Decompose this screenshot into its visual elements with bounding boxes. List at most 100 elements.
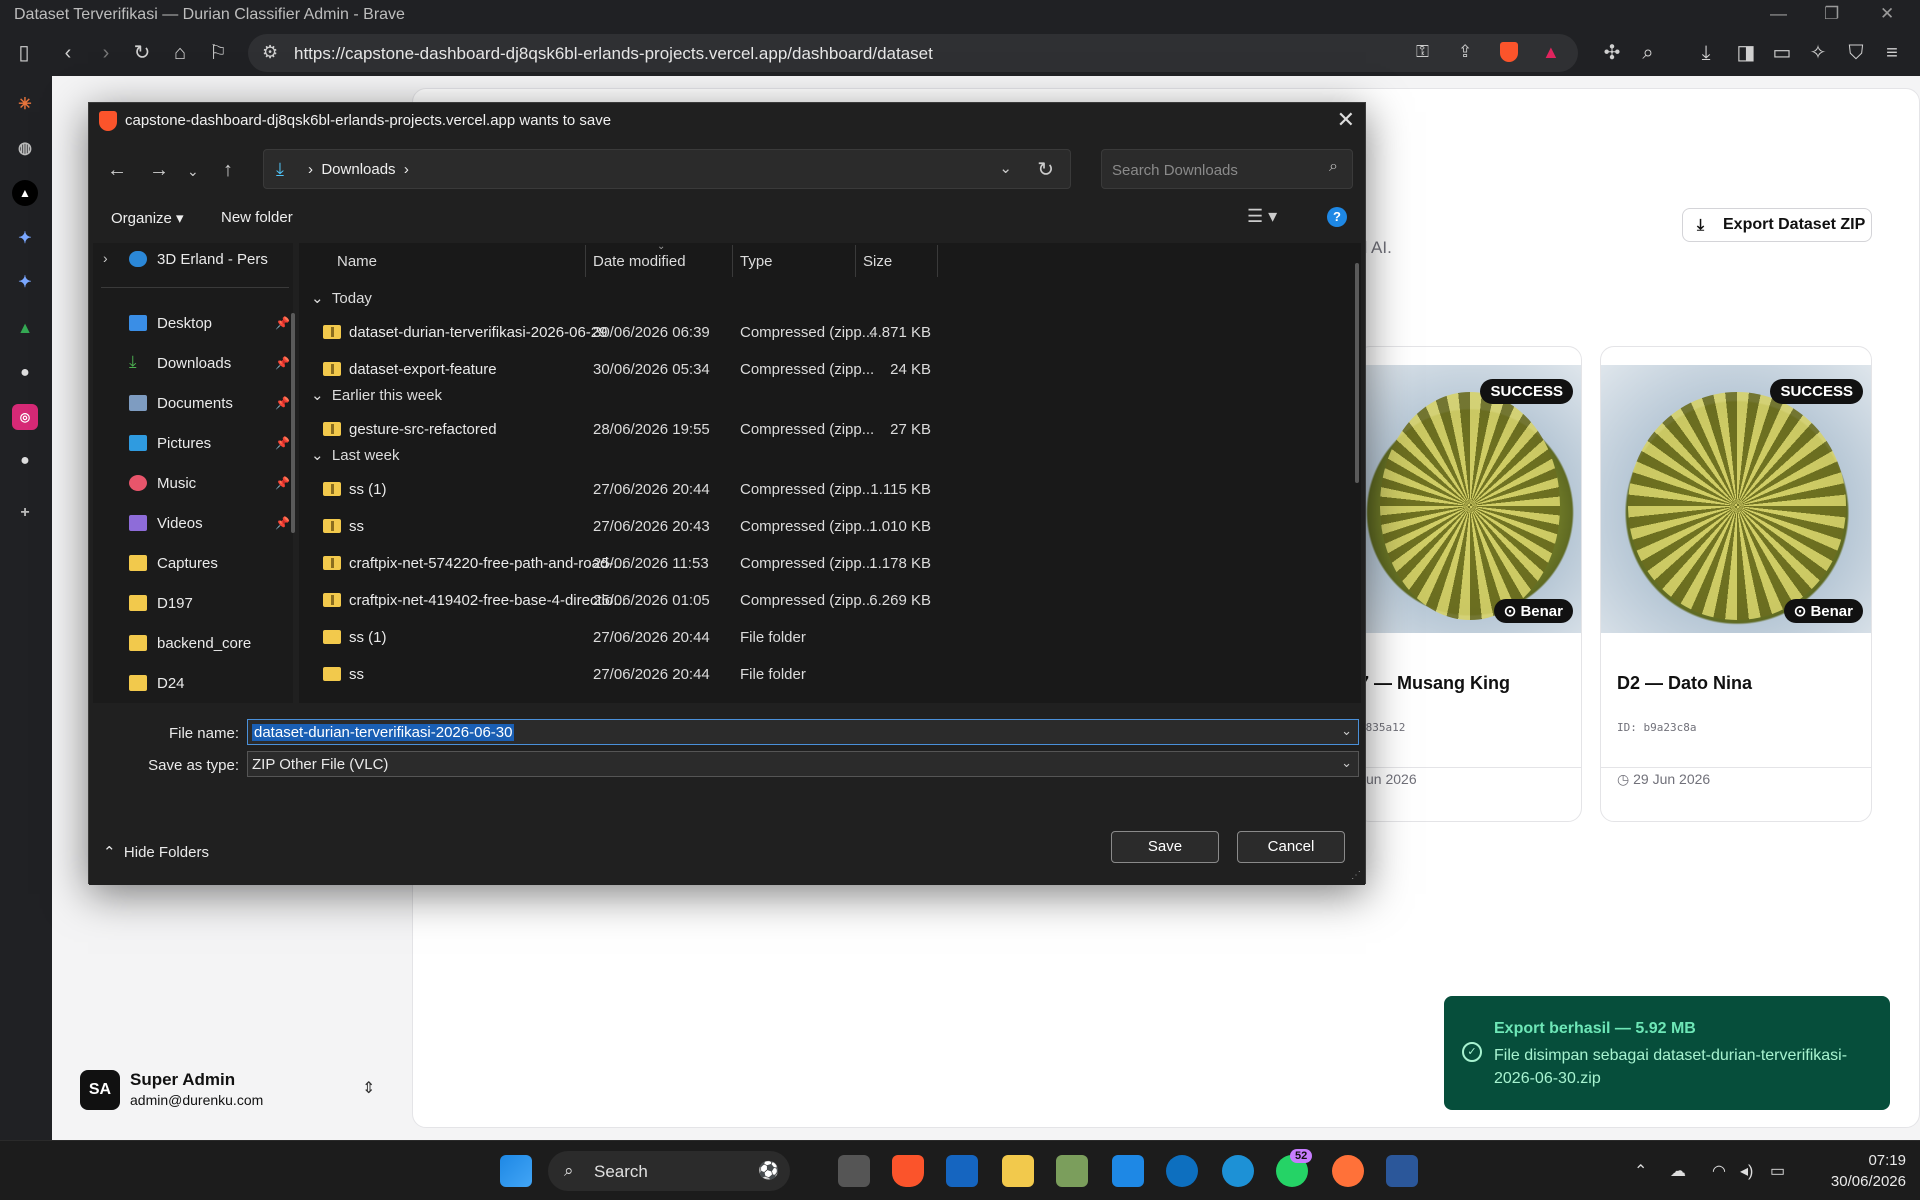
chevron-down-icon[interactable]: ⌄ xyxy=(999,159,1012,177)
nav-item-d24[interactable]: D24 xyxy=(93,669,293,699)
group-today[interactable]: ⌄ Today xyxy=(311,289,372,307)
file-name-input[interactable]: dataset-durian-terverifikasi-2026-06-30 … xyxy=(247,719,1359,745)
nav-item-pictures[interactable]: Pictures 📌 xyxy=(93,429,293,459)
file-row[interactable]: craftpix-net-574220-free-path-and-road-.… xyxy=(299,549,1361,579)
maximize-button[interactable]: ❐ xyxy=(1824,4,1839,24)
save-type-select[interactable]: ZIP Other File (VLC) ⌄ xyxy=(247,751,1359,777)
sidepanel-icon[interactable]: ◨ xyxy=(1734,41,1758,65)
column-name[interactable]: Name xyxy=(337,253,377,270)
postgres-icon[interactable] xyxy=(1166,1155,1198,1187)
close-window-button[interactable]: ✕ xyxy=(1880,4,1894,24)
refresh-icon[interactable]: ↻ xyxy=(1037,157,1054,182)
leo-ai-icon[interactable]: ✧ xyxy=(1806,41,1830,65)
forward-icon[interactable]: → xyxy=(149,159,169,182)
folder-row[interactable]: ss (1) 27/06/2026 20:44 File folder xyxy=(299,623,1361,653)
github-alt-icon[interactable]: ● xyxy=(12,448,38,474)
task-view-icon[interactable] xyxy=(838,1155,870,1187)
column-size[interactable]: Size xyxy=(863,253,892,270)
brave-shields-icon[interactable] xyxy=(1500,42,1518,62)
nav-item-captures[interactable]: Captures xyxy=(93,549,293,579)
column-type[interactable]: Type xyxy=(740,253,773,270)
nav-item-backend-core[interactable]: backend_core xyxy=(93,629,293,659)
gemini-alt-icon[interactable]: ✦ xyxy=(12,270,38,296)
password-key-icon[interactable]: ⚿ xyxy=(1416,42,1429,62)
gemini-icon[interactable]: ✦ xyxy=(12,226,38,252)
nav-item-music[interactable]: Music 📌 xyxy=(93,469,293,499)
menu-icon[interactable]: ≡ xyxy=(1880,41,1904,65)
onedrive-tray-icon[interactable]: ☁ xyxy=(1670,1161,1686,1181)
up-folder-icon[interactable]: ↑ xyxy=(223,159,233,182)
reload-icon[interactable]: ↻ xyxy=(130,41,154,65)
screenshot-icon[interactable]: ⌕ xyxy=(1636,41,1660,65)
nav-item-videos[interactable]: Videos 📌 xyxy=(93,509,293,539)
add-panel-icon[interactable]: + xyxy=(12,500,38,526)
file-row[interactable]: ss (1) 27/06/2026 20:44 Compressed (zipp… xyxy=(299,475,1361,505)
file-row[interactable]: dataset-export-feature 30/06/2026 05:34 … xyxy=(299,355,1361,385)
nav-item-desktop[interactable]: Desktop 📌 xyxy=(93,309,293,339)
file-explorer-icon[interactable] xyxy=(1002,1155,1034,1187)
breadcrumb-downloads[interactable]: Downloads xyxy=(321,161,395,178)
claude-icon[interactable]: ✳ xyxy=(12,92,38,118)
word-icon[interactable] xyxy=(1386,1155,1418,1187)
brave-rewards-icon[interactable]: ▲ xyxy=(1542,42,1560,63)
forward-icon[interactable]: › xyxy=(94,41,118,65)
cancel-button[interactable]: Cancel xyxy=(1237,831,1345,863)
git-app-icon[interactable] xyxy=(1056,1155,1088,1187)
help-icon[interactable]: ? xyxy=(1327,207,1347,227)
downloads-icon[interactable]: ⤓ xyxy=(1694,41,1718,65)
resize-grip-icon[interactable]: ⋰ xyxy=(1351,870,1361,881)
nav-item-documents[interactable]: Documents 📌 xyxy=(93,389,293,419)
view-options-icon[interactable]: ☰ ▾ xyxy=(1247,206,1277,227)
share-icon[interactable]: ⇪ xyxy=(1458,42,1472,62)
google-drive-icon[interactable]: ▲ xyxy=(12,316,38,342)
firefox-icon[interactable] xyxy=(1332,1155,1364,1187)
nav-item-d197[interactable]: D197 xyxy=(93,589,293,619)
instagram-icon[interactable]: ◎ xyxy=(12,404,38,430)
bookmark-icon[interactable]: ⚐ xyxy=(206,41,230,65)
arc-app-icon[interactable] xyxy=(946,1155,978,1187)
wallet-icon[interactable]: ▭ xyxy=(1770,41,1794,65)
sidebar-toggle-icon[interactable]: ▯ xyxy=(12,41,36,65)
chevron-down-icon[interactable]: ⌄ xyxy=(1341,723,1352,739)
nav-item-onedrive[interactable]: › 3D Erland - Pers xyxy=(93,245,293,275)
hide-folders-button[interactable]: ⌃ Hide Folders xyxy=(103,843,209,861)
export-dataset-button[interactable]: ⤓ Export Dataset ZIP xyxy=(1682,208,1872,242)
address-bar[interactable]: ⚙ https://capstone-dashboard-dj8qsk6bl-e… xyxy=(248,34,1578,72)
save-button[interactable]: Save xyxy=(1111,831,1219,863)
folder-row[interactable]: ss 27/06/2026 20:44 File folder xyxy=(299,660,1361,690)
vscode-icon[interactable] xyxy=(1112,1155,1144,1187)
extensions-icon[interactable]: ✣ xyxy=(1600,41,1624,65)
vercel-icon[interactable]: ▲ xyxy=(12,180,38,206)
volume-icon[interactable]: ◂) xyxy=(1740,1161,1753,1181)
nav-scrollbar[interactable] xyxy=(291,313,295,533)
nav-item-downloads[interactable]: ⤓ Downloads 📌 xyxy=(93,349,293,379)
column-date-modified[interactable]: Date modified xyxy=(593,253,686,270)
chevron-down-icon[interactable]: ⌄ xyxy=(1341,755,1352,771)
search-downloads-input[interactable]: Search Downloads ⌕ xyxy=(1101,149,1353,189)
site-settings-icon[interactable]: ⚙ xyxy=(262,42,278,63)
vpn-icon[interactable]: ⛉ xyxy=(1844,41,1868,65)
clock[interactable]: 07:19 30/06/2026 xyxy=(1806,1150,1906,1192)
organize-menu[interactable]: Organize ▾ xyxy=(111,209,184,227)
file-row[interactable]: craftpix-net-419402-free-base-4-directio… xyxy=(299,586,1361,616)
docker-icon[interactable] xyxy=(1222,1155,1254,1187)
dataset-card[interactable]: SUCCESS ⊙ Benar D2 — Dato Nina ID: b9a23… xyxy=(1600,346,1872,822)
start-icon[interactable] xyxy=(500,1155,532,1187)
dataset-card[interactable]: SUCCESS ⊙ Benar 7 — Musang King 7835a12 … xyxy=(1356,346,1582,822)
dialog-close-button[interactable]: ✕ xyxy=(1337,107,1355,133)
file-row[interactable]: ss 27/06/2026 20:43 Compressed (zipp... … xyxy=(299,512,1361,542)
group-last-week[interactable]: ⌄ Last week xyxy=(311,446,399,464)
wifi-icon[interactable]: ◠ xyxy=(1712,1161,1726,1181)
taskbar-search[interactable]: ⌕ Search ⚽ xyxy=(548,1151,790,1191)
back-icon[interactable]: ‹ xyxy=(56,41,80,65)
minimize-button[interactable]: — xyxy=(1770,4,1787,24)
github-icon[interactable]: ● xyxy=(12,360,38,386)
brave-app-icon[interactable] xyxy=(892,1155,924,1187)
file-row[interactable]: dataset-durian-terverifikasi-2026-06-29 … xyxy=(299,318,1361,348)
back-icon[interactable]: ← xyxy=(107,159,127,182)
new-folder-button[interactable]: New folder xyxy=(221,209,293,226)
globe-icon[interactable]: ◍ xyxy=(12,136,38,162)
battery-icon[interactable]: ▭ xyxy=(1770,1161,1785,1181)
recent-locations-icon[interactable]: ⌄ xyxy=(187,163,199,180)
home-icon[interactable]: ⌂ xyxy=(168,41,192,65)
